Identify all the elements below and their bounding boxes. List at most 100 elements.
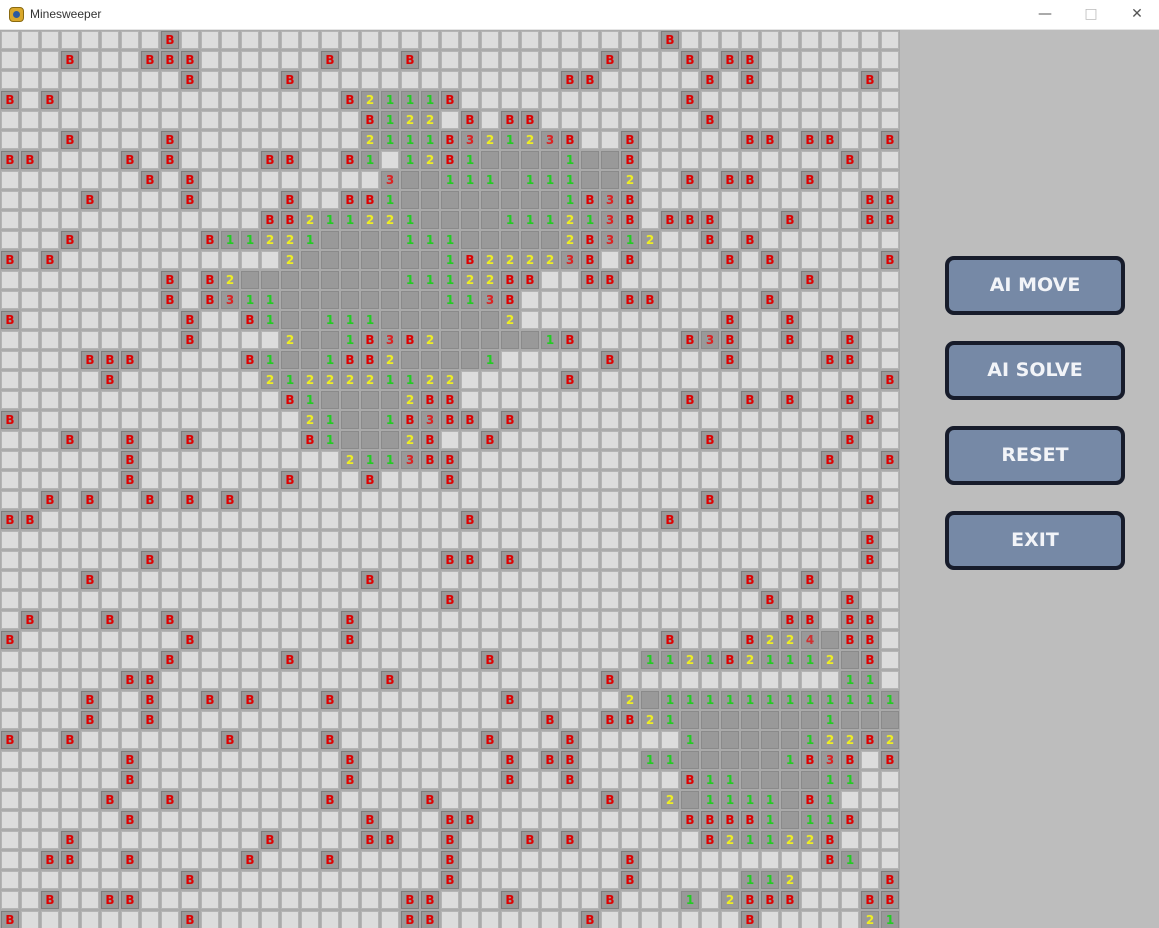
hidden-cell[interactable] (661, 611, 679, 629)
number-cell[interactable]: 2 (621, 171, 639, 189)
hidden-cell[interactable] (641, 271, 659, 289)
flagged-bomb-cell[interactable]: B (361, 831, 379, 849)
flagged-bomb-cell[interactable]: B (301, 431, 319, 449)
hidden-cell[interactable] (101, 511, 119, 529)
number-cell[interactable]: 1 (741, 871, 759, 889)
flagged-bomb-cell[interactable]: B (421, 891, 439, 909)
hidden-cell[interactable] (761, 431, 779, 449)
hidden-cell[interactable] (501, 71, 519, 89)
hidden-cell[interactable] (21, 471, 39, 489)
hidden-cell[interactable] (181, 811, 199, 829)
flagged-bomb-cell[interactable]: B (601, 671, 619, 689)
revealed-empty-cell[interactable] (841, 711, 859, 729)
hidden-cell[interactable] (661, 251, 679, 269)
number-cell[interactable]: 2 (301, 411, 319, 429)
hidden-cell[interactable] (1, 191, 19, 209)
flagged-bomb-cell[interactable]: B (221, 491, 239, 509)
hidden-cell[interactable] (441, 691, 459, 709)
hidden-cell[interactable] (141, 851, 159, 869)
number-cell[interactable]: 1 (841, 671, 859, 689)
hidden-cell[interactable] (81, 131, 99, 149)
hidden-cell[interactable] (541, 571, 559, 589)
hidden-cell[interactable] (561, 651, 579, 669)
hidden-cell[interactable] (881, 71, 899, 89)
hidden-cell[interactable] (21, 51, 39, 69)
hidden-cell[interactable] (861, 511, 879, 529)
hidden-cell[interactable] (741, 91, 759, 109)
hidden-cell[interactable] (621, 771, 639, 789)
hidden-cell[interactable] (81, 671, 99, 689)
number-cell[interactable]: 2 (361, 371, 379, 389)
hidden-cell[interactable] (701, 351, 719, 369)
hidden-cell[interactable] (861, 791, 879, 809)
flagged-bomb-cell[interactable]: B (581, 231, 599, 249)
hidden-cell[interactable] (461, 711, 479, 729)
hidden-cell[interactable] (861, 251, 879, 269)
hidden-cell[interactable] (561, 891, 579, 909)
hidden-cell[interactable] (241, 611, 259, 629)
hidden-cell[interactable] (861, 31, 879, 49)
hidden-cell[interactable] (221, 351, 239, 369)
hidden-cell[interactable] (41, 51, 59, 69)
hidden-cell[interactable] (701, 391, 719, 409)
hidden-cell[interactable] (781, 111, 799, 129)
hidden-cell[interactable] (41, 771, 59, 789)
flagged-bomb-cell[interactable]: B (541, 711, 559, 729)
hidden-cell[interactable] (541, 51, 559, 69)
hidden-cell[interactable] (1, 231, 19, 249)
hidden-cell[interactable] (1, 591, 19, 609)
hidden-cell[interactable] (81, 831, 99, 849)
flagged-bomb-cell[interactable]: B (441, 151, 459, 169)
hidden-cell[interactable] (61, 771, 79, 789)
revealed-empty-cell[interactable] (381, 311, 399, 329)
revealed-empty-cell[interactable] (381, 431, 399, 449)
hidden-cell[interactable] (621, 31, 639, 49)
hidden-cell[interactable] (581, 391, 599, 409)
revealed-empty-cell[interactable] (861, 711, 879, 729)
number-cell[interactable]: 1 (821, 771, 839, 789)
number-cell[interactable]: 1 (781, 691, 799, 709)
hidden-cell[interactable] (861, 171, 879, 189)
hidden-cell[interactable] (421, 831, 439, 849)
hidden-cell[interactable] (881, 171, 899, 189)
hidden-cell[interactable] (861, 471, 879, 489)
hidden-cell[interactable] (121, 791, 139, 809)
hidden-cell[interactable] (801, 211, 819, 229)
number-cell[interactable]: 1 (761, 871, 779, 889)
number-cell[interactable]: 1 (821, 691, 839, 709)
hidden-cell[interactable] (441, 611, 459, 629)
hidden-cell[interactable] (181, 651, 199, 669)
hidden-cell[interactable] (281, 131, 299, 149)
hidden-cell[interactable] (461, 51, 479, 69)
revealed-empty-cell[interactable] (501, 331, 519, 349)
flagged-bomb-cell[interactable]: B (761, 131, 779, 149)
number-cell[interactable]: 1 (301, 391, 319, 409)
flagged-bomb-cell[interactable]: B (881, 131, 899, 149)
flagged-bomb-cell[interactable]: B (121, 471, 139, 489)
exit-button[interactable]: EXIT (945, 511, 1125, 570)
hidden-cell[interactable] (801, 491, 819, 509)
hidden-cell[interactable] (101, 711, 119, 729)
hidden-cell[interactable] (681, 671, 699, 689)
flagged-bomb-cell[interactable]: B (181, 871, 199, 889)
hidden-cell[interactable] (641, 191, 659, 209)
flagged-bomb-cell[interactable]: B (481, 731, 499, 749)
hidden-cell[interactable] (181, 591, 199, 609)
revealed-empty-cell[interactable] (781, 731, 799, 749)
hidden-cell[interactable] (761, 511, 779, 529)
number-cell[interactable]: 3 (461, 131, 479, 149)
number-cell[interactable]: 1 (481, 171, 499, 189)
hidden-cell[interactable] (541, 731, 559, 749)
hidden-cell[interactable] (141, 211, 159, 229)
hidden-cell[interactable] (861, 351, 879, 369)
hidden-cell[interactable] (721, 31, 739, 49)
hidden-cell[interactable] (281, 31, 299, 49)
hidden-cell[interactable] (601, 611, 619, 629)
flagged-bomb-cell[interactable]: B (401, 51, 419, 69)
hidden-cell[interactable] (121, 511, 139, 529)
hidden-cell[interactable] (101, 831, 119, 849)
hidden-cell[interactable] (501, 631, 519, 649)
flagged-bomb-cell[interactable]: B (461, 511, 479, 529)
hidden-cell[interactable] (441, 31, 459, 49)
hidden-cell[interactable] (821, 51, 839, 69)
